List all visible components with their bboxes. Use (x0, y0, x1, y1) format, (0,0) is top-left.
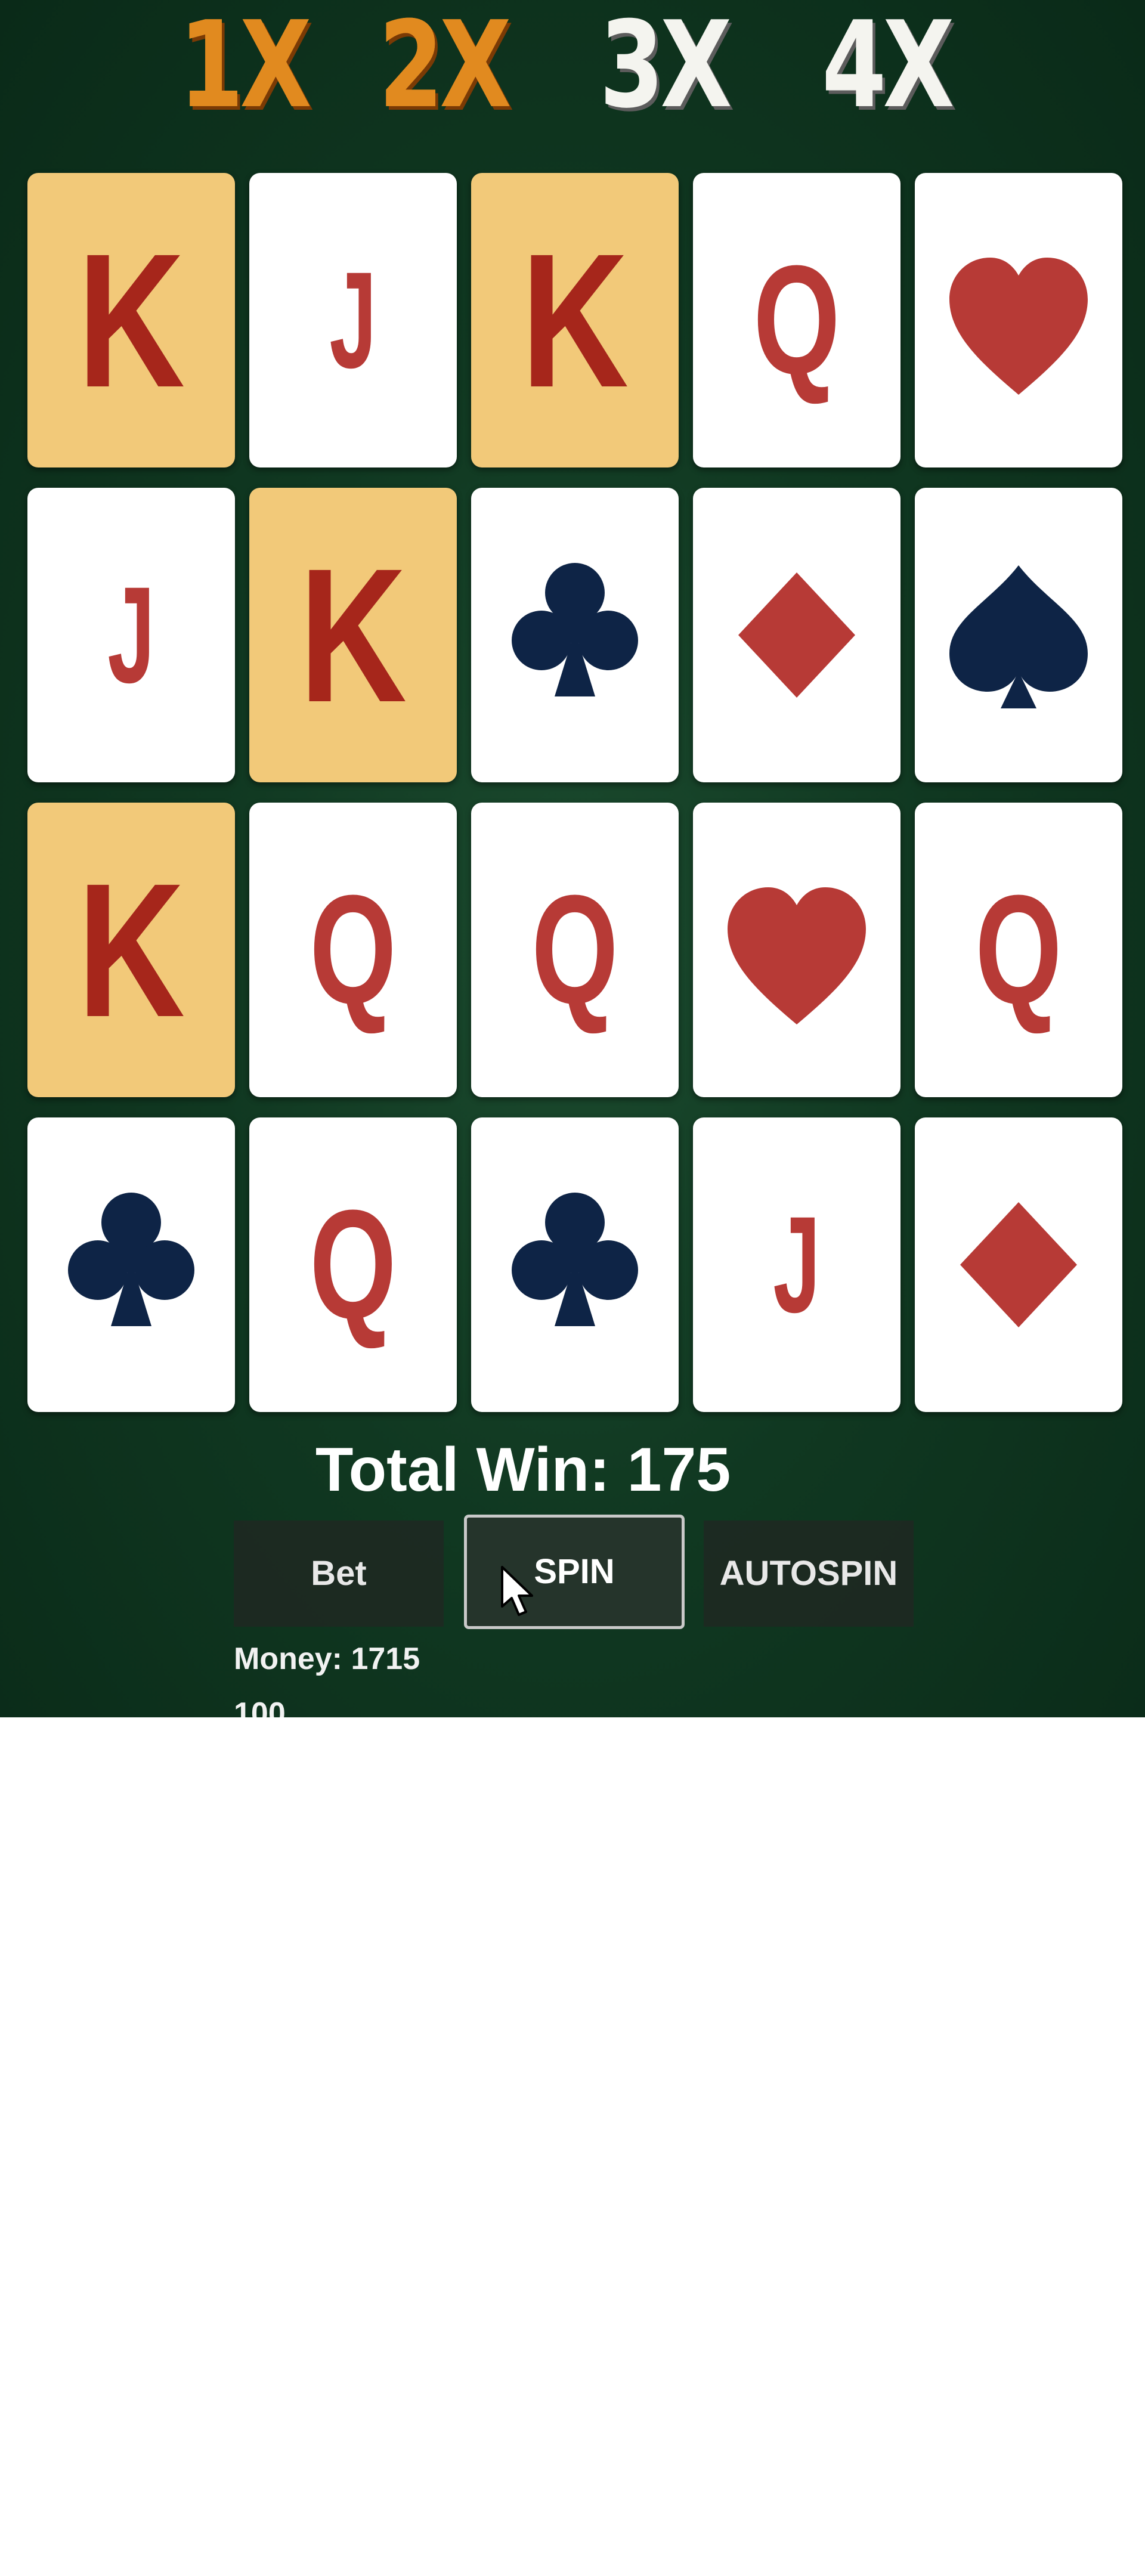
mouse-cursor-icon (501, 1566, 533, 1616)
card-rank-q: Q (531, 863, 618, 1036)
money-balance: Money: 1715 (234, 1642, 420, 1676)
card-rank-k: K (77, 213, 185, 427)
card-r1-c1: K (27, 173, 235, 467)
card-r2-c3 (471, 488, 679, 782)
card-r1-c2: J (249, 173, 457, 467)
club-suit-icon (471, 488, 679, 782)
card-r2-c2: K (249, 488, 457, 782)
card-r3-c3: Q (471, 803, 679, 1097)
card-rank-j: J (773, 1188, 821, 1341)
multiplier-1x: 1X (179, 0, 312, 135)
heart-suit-icon (693, 803, 900, 1097)
card-r2-c5 (915, 488, 1122, 782)
spade-suit-icon (915, 488, 1122, 782)
card-r3-c4 (693, 803, 900, 1097)
card-rank-q: Q (310, 863, 397, 1036)
heart-suit-icon (915, 173, 1122, 467)
card-rank-q: Q (310, 1178, 397, 1351)
diamond-suit-icon (693, 488, 900, 782)
card-rank-k: K (299, 528, 407, 742)
autospin-button[interactable]: AUTOSPIN (704, 1521, 914, 1627)
club-suit-icon (27, 1117, 235, 1412)
card-r1-c3: K (471, 173, 679, 467)
card-r1-c5 (915, 173, 1122, 467)
card-r3-c2: Q (249, 803, 457, 1097)
card-r4-c3 (471, 1117, 679, 1412)
multiplier-3x: 3X (599, 0, 732, 135)
card-rank-j: J (107, 558, 155, 711)
slot-game-screen: 1X 2X 3X 4X KJKQJKKQQQQJ Total Win: 175 … (0, 0, 1145, 1717)
card-rank-q: Q (753, 234, 840, 407)
multiplier-bar: 1X 2X 3X 4X (0, 0, 1145, 131)
card-r2-c1: J (27, 488, 235, 782)
card-r3-c1: K (27, 803, 235, 1097)
card-r1-c4: Q (693, 173, 900, 467)
spin-button[interactable]: SPIN (464, 1515, 685, 1629)
club-suit-icon (471, 1117, 679, 1412)
diamond-suit-icon (915, 1117, 1122, 1412)
card-r4-c1 (27, 1117, 235, 1412)
reel-grid: KJKQJKKQQQQJ (27, 173, 1122, 1412)
card-rank-k: K (77, 843, 185, 1057)
card-rank-q: Q (975, 863, 1062, 1036)
multiplier-2x: 2X (379, 0, 512, 135)
card-r4-c2: Q (249, 1117, 457, 1412)
total-win-label: Total Win: 175 (315, 1435, 731, 1504)
bet-amount: 100 (234, 1696, 286, 1717)
card-r2-c4 (693, 488, 900, 782)
card-rank-j: J (329, 243, 377, 397)
card-r4-c5 (915, 1117, 1122, 1412)
card-rank-k: K (521, 213, 629, 427)
card-r3-c5: Q (915, 803, 1122, 1097)
card-r4-c4: J (693, 1117, 900, 1412)
bet-button[interactable]: Bet (234, 1521, 444, 1627)
multiplier-4x: 4X (822, 0, 955, 135)
